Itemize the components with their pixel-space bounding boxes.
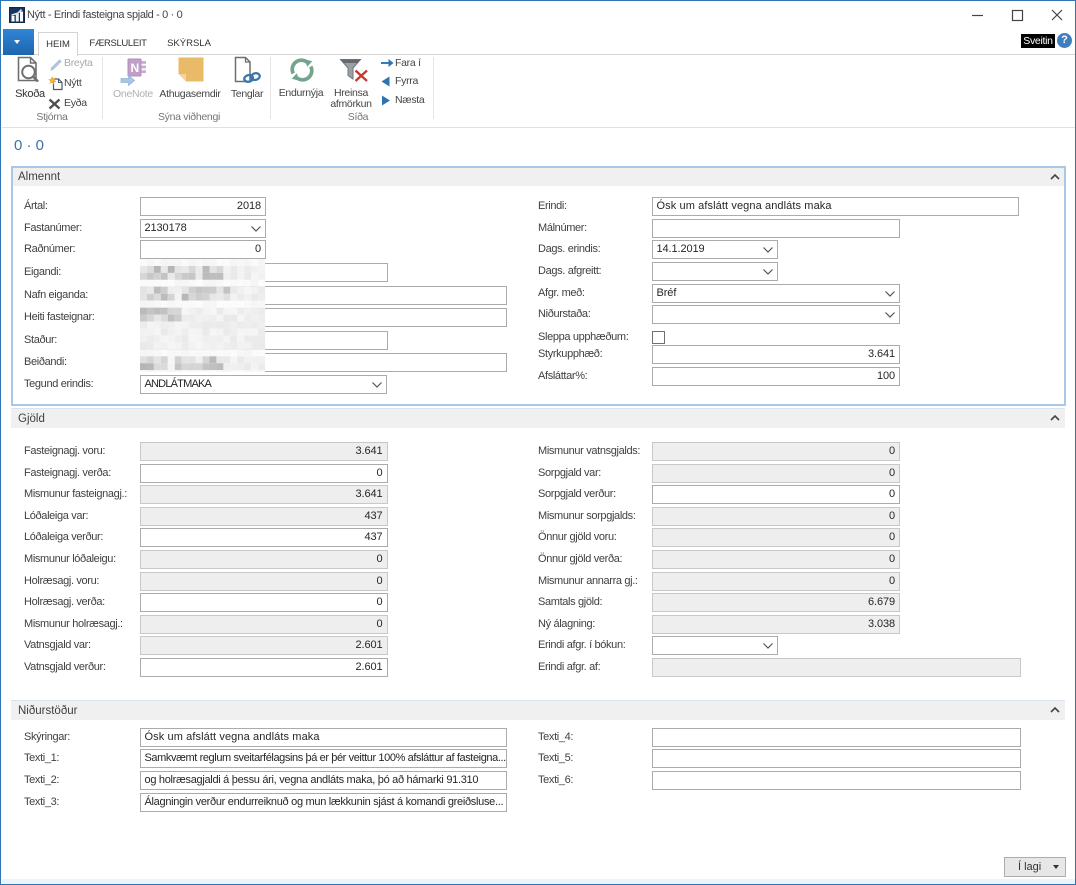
svg-text:N: N [131,61,140,75]
